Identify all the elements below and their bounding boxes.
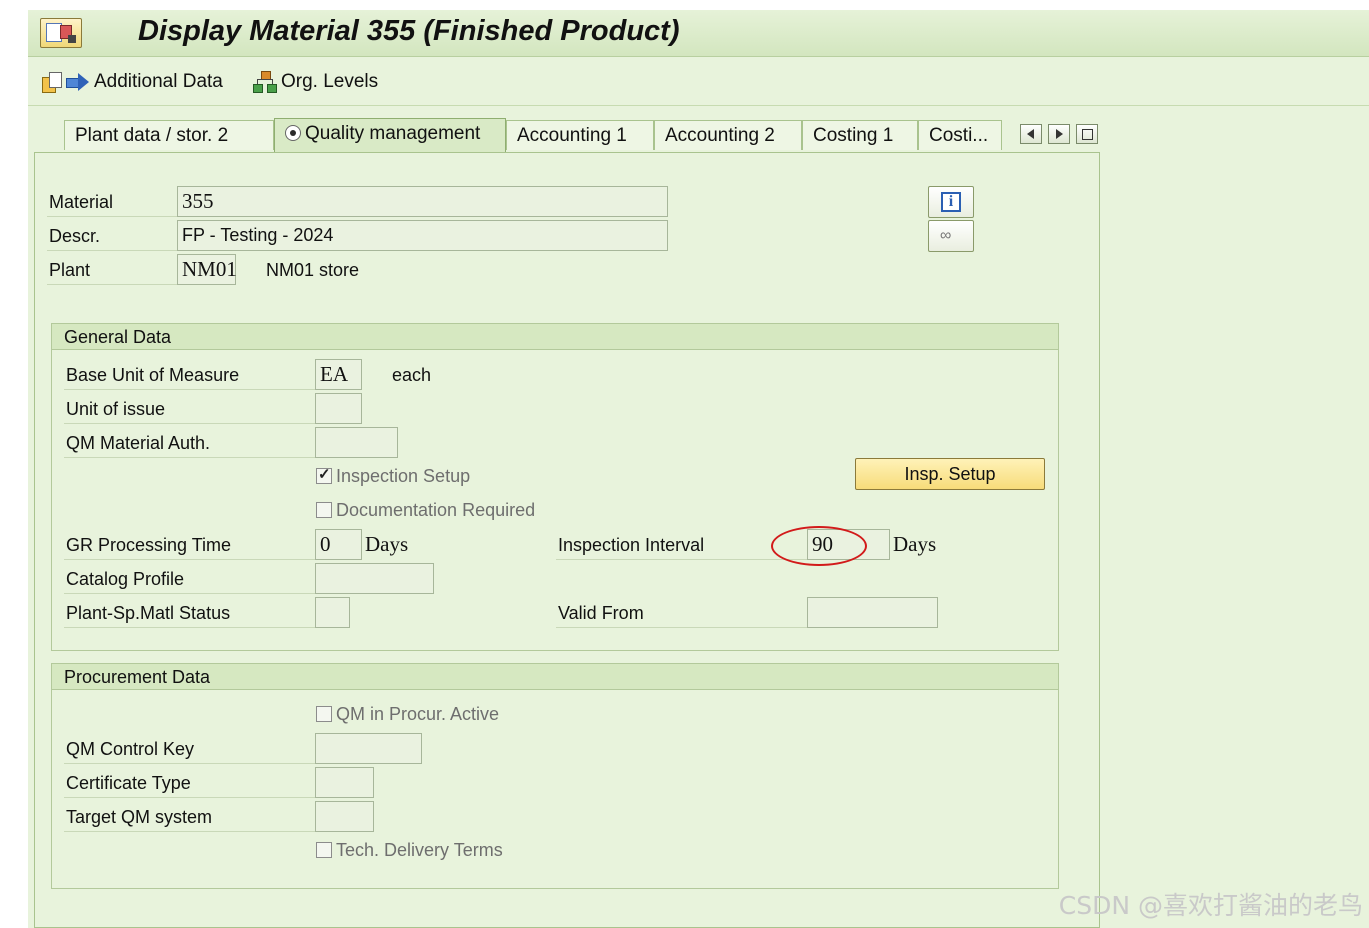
tab-label: Quality management <box>305 123 481 144</box>
display-glasses-button[interactable]: ∞ <box>928 220 974 252</box>
valid-from-field[interactable] <box>807 597 938 628</box>
plant-description: NM01 store <box>266 260 360 280</box>
tab-content-panel: Material 355 Descr. FP - Testing - 2024 … <box>34 152 1100 928</box>
inspection-interval-label: Inspection Interval <box>556 530 808 560</box>
gr-processing-time-unit: Days <box>365 532 409 556</box>
tab-scroll-left-icon[interactable] <box>1020 124 1042 144</box>
procurement-data-group: Procurement Data QM in Procur. Active QM… <box>51 663 1059 889</box>
plant-label: Plant <box>47 255 179 285</box>
insp-setup-button[interactable]: Insp. Setup <box>855 458 1045 490</box>
tab-list-icon[interactable] <box>1076 124 1098 144</box>
procurement-data-header: Procurement Data <box>52 664 1058 690</box>
sap-window: Display Material 355 (Finished Product) … <box>28 10 1369 928</box>
inspection-setup-checkbox[interactable]: Inspection Setup <box>316 464 470 488</box>
base-uom-field[interactable]: EA <box>315 359 362 390</box>
tab-strip: Plant data / stor. 2 Quality management … <box>34 118 1104 152</box>
tab-quality-management[interactable]: Quality management <box>274 118 506 152</box>
radio-selected-icon <box>285 125 301 141</box>
gr-processing-time-field[interactable]: 0 <box>315 529 362 560</box>
org-levels-button[interactable]: Org. Levels <box>253 69 378 95</box>
additional-data-label: Additional Data <box>94 71 223 92</box>
base-uom-text: each <box>392 365 432 385</box>
tab-label: Accounting 1 <box>517 125 627 146</box>
checkbox-icon <box>316 842 332 858</box>
documentation-required-label: Documentation Required <box>336 499 536 520</box>
tab-accounting-2[interactable]: Accounting 2 <box>654 120 802 150</box>
inspection-setup-label: Inspection Setup <box>336 465 471 486</box>
title-bar: Display Material 355 (Finished Product) <box>28 10 1369 57</box>
transaction-icon[interactable] <box>40 18 82 48</box>
org-hierarchy-icon <box>253 71 277 93</box>
qm-in-procur-active-label: QM in Procur. Active <box>336 703 500 724</box>
unit-of-issue-label: Unit of issue <box>64 394 316 424</box>
target-qm-system-label: Target QM system <box>64 802 316 832</box>
certificate-type-label: Certificate Type <box>64 768 316 798</box>
info-icon: i <box>941 192 961 212</box>
inspection-interval-unit: Days <box>893 532 937 556</box>
tab-label: Accounting 2 <box>665 125 775 146</box>
org-levels-label: Org. Levels <box>281 71 379 92</box>
certificate-type-field[interactable] <box>315 767 374 798</box>
info-button[interactable]: i <box>928 186 974 218</box>
catalog-profile-label: Catalog Profile <box>64 564 316 594</box>
application-toolbar: Additional Data Org. Levels <box>28 57 1369 106</box>
catalog-profile-field[interactable] <box>315 563 434 594</box>
material-label: Material <box>47 187 179 217</box>
qm-in-procur-active-checkbox[interactable]: QM in Procur. Active <box>316 702 499 726</box>
tab-costing-2[interactable]: Costi... <box>918 120 1002 150</box>
watermark: CSDN @喜欢打酱油的老鸟 <box>1058 891 1363 920</box>
tab-label: Plant data / stor. 2 <box>75 125 229 146</box>
tech-delivery-terms-checkbox[interactable]: Tech. Delivery Terms <box>316 838 503 862</box>
valid-from-label: Valid From <box>556 598 808 628</box>
qm-material-auth-field[interactable] <box>315 427 398 458</box>
tech-delivery-terms-label: Tech. Delivery Terms <box>336 839 503 860</box>
qm-control-key-field[interactable] <box>315 733 422 764</box>
qm-control-key-label: QM Control Key <box>64 734 316 764</box>
gr-processing-time-label: GR Processing Time <box>64 530 316 560</box>
page-title: Display Material 355 (Finished Product) <box>138 15 680 47</box>
checkbox-checked-icon <box>316 465 332 484</box>
additional-data-button[interactable]: Additional Data <box>40 69 223 95</box>
target-qm-system-field[interactable] <box>315 801 374 832</box>
tab-costing-1[interactable]: Costing 1 <box>802 120 918 150</box>
material-field[interactable]: 355 <box>177 186 668 217</box>
description-field[interactable]: FP - Testing - 2024 <box>177 220 668 251</box>
inspection-interval-field[interactable]: 90 <box>807 529 890 560</box>
checkbox-icon <box>316 502 332 518</box>
descr-label: Descr. <box>47 221 179 251</box>
glasses-icon: ∞ <box>940 227 952 244</box>
documentation-required-checkbox[interactable]: Documentation Required <box>316 498 535 522</box>
general-data-header: General Data <box>52 324 1058 350</box>
arrow-right-icon <box>66 73 90 91</box>
new-document-icon <box>40 71 62 93</box>
checkbox-icon <box>316 706 332 722</box>
unit-of-issue-field[interactable] <box>315 393 362 424</box>
base-uom-label: Base Unit of Measure <box>64 360 316 390</box>
tab-scroll-right-icon[interactable] <box>1048 124 1070 144</box>
tab-plant-data-stor-2[interactable]: Plant data / stor. 2 <box>64 120 274 150</box>
general-data-group: General Data Base Unit of Measure EA eac… <box>51 323 1059 651</box>
plant-field[interactable]: NM01 <box>177 254 237 285</box>
tab-label: Costing 1 <box>813 125 894 146</box>
tab-accounting-1[interactable]: Accounting 1 <box>506 120 654 150</box>
tab-label: Costi... <box>929 125 989 146</box>
left-margin <box>0 0 28 928</box>
plant-matl-status-label: Plant-Sp.Matl Status <box>64 598 316 628</box>
qm-material-auth-label: QM Material Auth. <box>64 428 316 458</box>
plant-matl-status-field[interactable] <box>315 597 350 628</box>
